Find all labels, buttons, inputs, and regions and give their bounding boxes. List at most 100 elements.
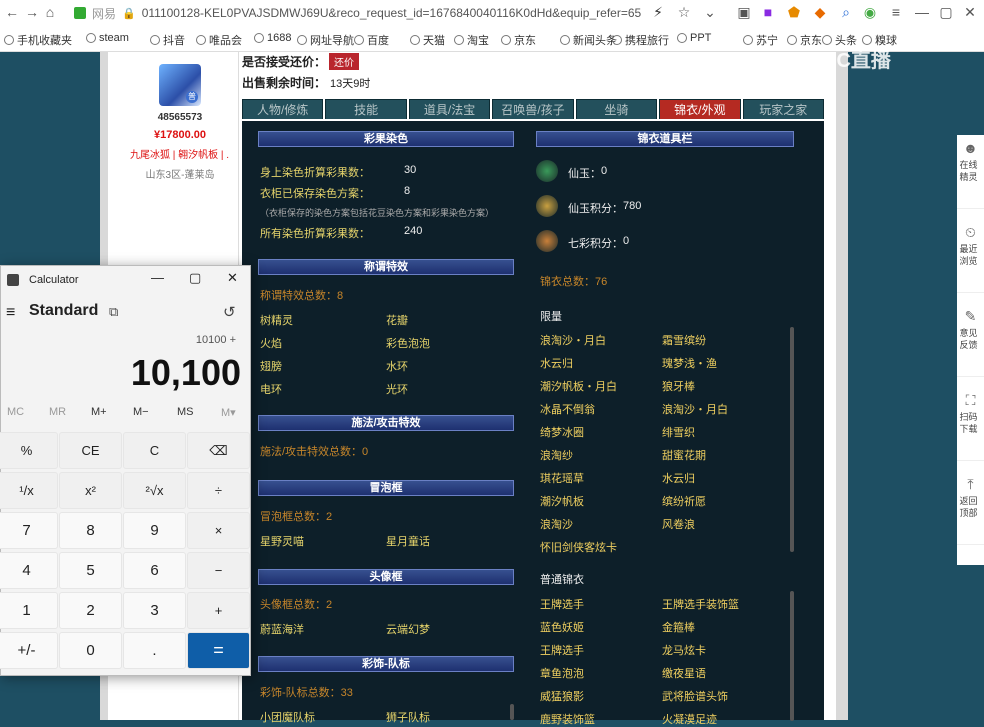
bookmark-item[interactable]: 唯品会 <box>196 32 242 48</box>
address-bar-row: ← → ⌂ 网易 🔒 011100128-KEL0PVAJSDMWJ69U&re… <box>0 0 984 27</box>
sidebar-item[interactable]: ⤒ 返回顶部 <box>957 471 984 545</box>
keep-on-top-icon[interactable]: ⧉ <box>109 304 118 320</box>
limited-item: 冰晶不倒翁 <box>540 404 595 416</box>
site-favicon-icon <box>74 7 86 19</box>
games-icon[interactable]: ◉ <box>860 4 880 21</box>
frame-total: 头像框总数：2 <box>260 599 333 611</box>
digit-9-key[interactable]: 9 <box>123 512 186 549</box>
history-icon[interactable]: ↺ <box>223 303 236 321</box>
scrollbar[interactable] <box>790 327 794 552</box>
limited-item: 怀旧剑侠客炫卡 <box>540 542 617 554</box>
digit-1-key[interactable]: 1 <box>0 592 58 629</box>
memory-button: M▾ <box>221 407 236 419</box>
scrollbar[interactable] <box>790 591 794 721</box>
clear-entry-key[interactable]: CE <box>59 432 122 469</box>
bookmark-item[interactable]: 京东 <box>501 32 536 48</box>
backspace-key[interactable]: ⌫ <box>187 432 250 469</box>
url-field[interactable]: 网易 🔒 011100128-KEL0PVAJSDMWJ69U&reco_req… <box>74 3 714 23</box>
hamburger-menu-icon[interactable]: ≡ <box>6 304 15 322</box>
close-icon[interactable]: ✕ <box>227 270 238 286</box>
limited-item: 狼牙棒 <box>662 381 695 393</box>
forward-icon[interactable]: → <box>22 4 42 20</box>
bookmark-item[interactable]: PPT <box>677 32 711 44</box>
divide-key[interactable]: ÷ <box>187 472 250 509</box>
bookmark-item[interactable]: 淘宝 <box>454 32 489 48</box>
shield-icon[interactable]: ⬟ <box>784 4 804 21</box>
bookmark-label: steam <box>99 32 129 44</box>
back-to-top-icon: ⤒ <box>967 476 974 492</box>
reader-icon[interactable]: ▣ <box>734 4 754 21</box>
sidebar-item[interactable]: ⛶ 扫码下载 <box>957 387 984 461</box>
digit-7-key[interactable]: 7 <box>0 512 58 549</box>
remain-label: 出售剩余时间： <box>242 76 327 90</box>
tab-4[interactable]: 坐骑 <box>575 99 658 119</box>
menu-icon[interactable]: ≡ <box>886 4 906 20</box>
square-key[interactable]: x² <box>59 472 122 509</box>
bookmark-item[interactable]: steam <box>86 32 129 44</box>
digit-0-key[interactable]: 0 <box>59 632 122 669</box>
bookmark-item[interactable]: 网址导航 <box>297 32 354 48</box>
bookmark-item[interactable]: 携程旅行 <box>612 32 669 48</box>
bookmark-item[interactable]: 苏宁 <box>743 32 778 48</box>
fox-icon[interactable]: ◆ <box>810 4 830 21</box>
sidebar-item[interactable]: ⏲ 最近浏览 <box>957 219 984 293</box>
chevron-down-icon[interactable]: ⌄ <box>700 4 720 21</box>
subtract-key[interactable]: − <box>187 552 250 589</box>
digit-6-key[interactable]: 6 <box>123 552 186 589</box>
clear-key[interactable]: C <box>123 432 186 469</box>
back-icon[interactable]: ← <box>2 4 22 20</box>
memory-button[interactable]: M+ <box>91 406 107 418</box>
sqrt-key[interactable]: ²√x <box>123 472 186 509</box>
bookmark-item[interactable]: 手机收藏夹 <box>4 32 72 48</box>
negate-key[interactable]: +/- <box>0 632 58 669</box>
bargain-button[interactable]: 还价 <box>329 53 360 70</box>
avatar[interactable]: 普 <box>159 64 201 106</box>
extension-icon[interactable]: ■ <box>758 4 778 20</box>
star-icon[interactable]: ☆ <box>674 4 694 21</box>
tab-1[interactable]: 技能 <box>325 99 407 119</box>
digit-3-key[interactable]: 3 <box>123 592 186 629</box>
minimize-icon[interactable]: — <box>912 4 932 20</box>
tab-6[interactable]: 玩家之家 <box>742 99 824 119</box>
tab-5[interactable]: 锦衣/外观 <box>659 99 741 119</box>
memory-button[interactable]: MS <box>177 406 194 418</box>
reciprocal-key[interactable]: ¹/x <box>0 472 58 509</box>
scrollbar[interactable] <box>510 704 514 720</box>
bookmark-item[interactable]: 京东 <box>787 32 822 48</box>
bookmark-item[interactable]: 1688 <box>254 32 291 44</box>
tab-3[interactable]: 召唤兽/孩子 <box>492 99 574 119</box>
bookmark-item[interactable]: 天猫 <box>410 32 445 48</box>
tab-2[interactable]: 道具/法宝 <box>408 99 491 119</box>
digit-8-key[interactable]: 8 <box>59 512 122 549</box>
digit-2-key[interactable]: 2 <box>59 592 122 629</box>
memory-row: MC MR M+ M− MS M▾ <box>1 406 252 424</box>
lightning-icon[interactable]: ⚡ <box>648 4 668 21</box>
team-item: 狮子队标 <box>386 712 430 724</box>
minimize-icon[interactable]: — <box>151 270 164 285</box>
digit-5-key[interactable]: 5 <box>59 552 122 589</box>
multiply-key[interactable]: × <box>187 512 250 549</box>
limited-item: 风卷浪 <box>662 519 695 531</box>
bookmark-item[interactable]: 百度 <box>354 32 389 48</box>
search-icon[interactable]: ⌕ <box>836 4 856 21</box>
bookmark-item[interactable]: 抖音 <box>150 32 185 48</box>
restore-icon[interactable]: ▢ <box>936 4 956 21</box>
memory-button[interactable]: M− <box>133 406 149 418</box>
bookmark-label: 百度 <box>367 35 389 47</box>
bookmark-label: 手机收藏夹 <box>17 35 72 47</box>
calculator-titlebar[interactable]: Calculator — ▢ ✕ <box>1 266 252 294</box>
sidebar-item[interactable]: ☻ 在线精灵 <box>957 135 984 209</box>
equals-key[interactable]: = <box>187 632 250 669</box>
digit-4-key[interactable]: 4 <box>0 552 58 589</box>
percent-key[interactable]: % <box>0 432 58 469</box>
decimal-key[interactable]: . <box>123 632 186 669</box>
bookmark-icon <box>560 35 570 45</box>
add-key[interactable]: + <box>187 592 250 629</box>
bookmark-item[interactable]: 新闻头条 <box>560 32 617 48</box>
close-icon[interactable]: ✕ <box>960 4 980 21</box>
item-name[interactable]: 九尾冰狐 | 翱汐帆板 | ... <box>130 146 230 161</box>
tab-0[interactable]: 人物/修炼 <box>242 99 324 119</box>
home-icon[interactable]: ⌂ <box>40 4 60 20</box>
sidebar-item[interactable]: ✎ 意见反馈 <box>957 303 984 377</box>
maximize-icon[interactable]: ▢ <box>189 270 201 286</box>
